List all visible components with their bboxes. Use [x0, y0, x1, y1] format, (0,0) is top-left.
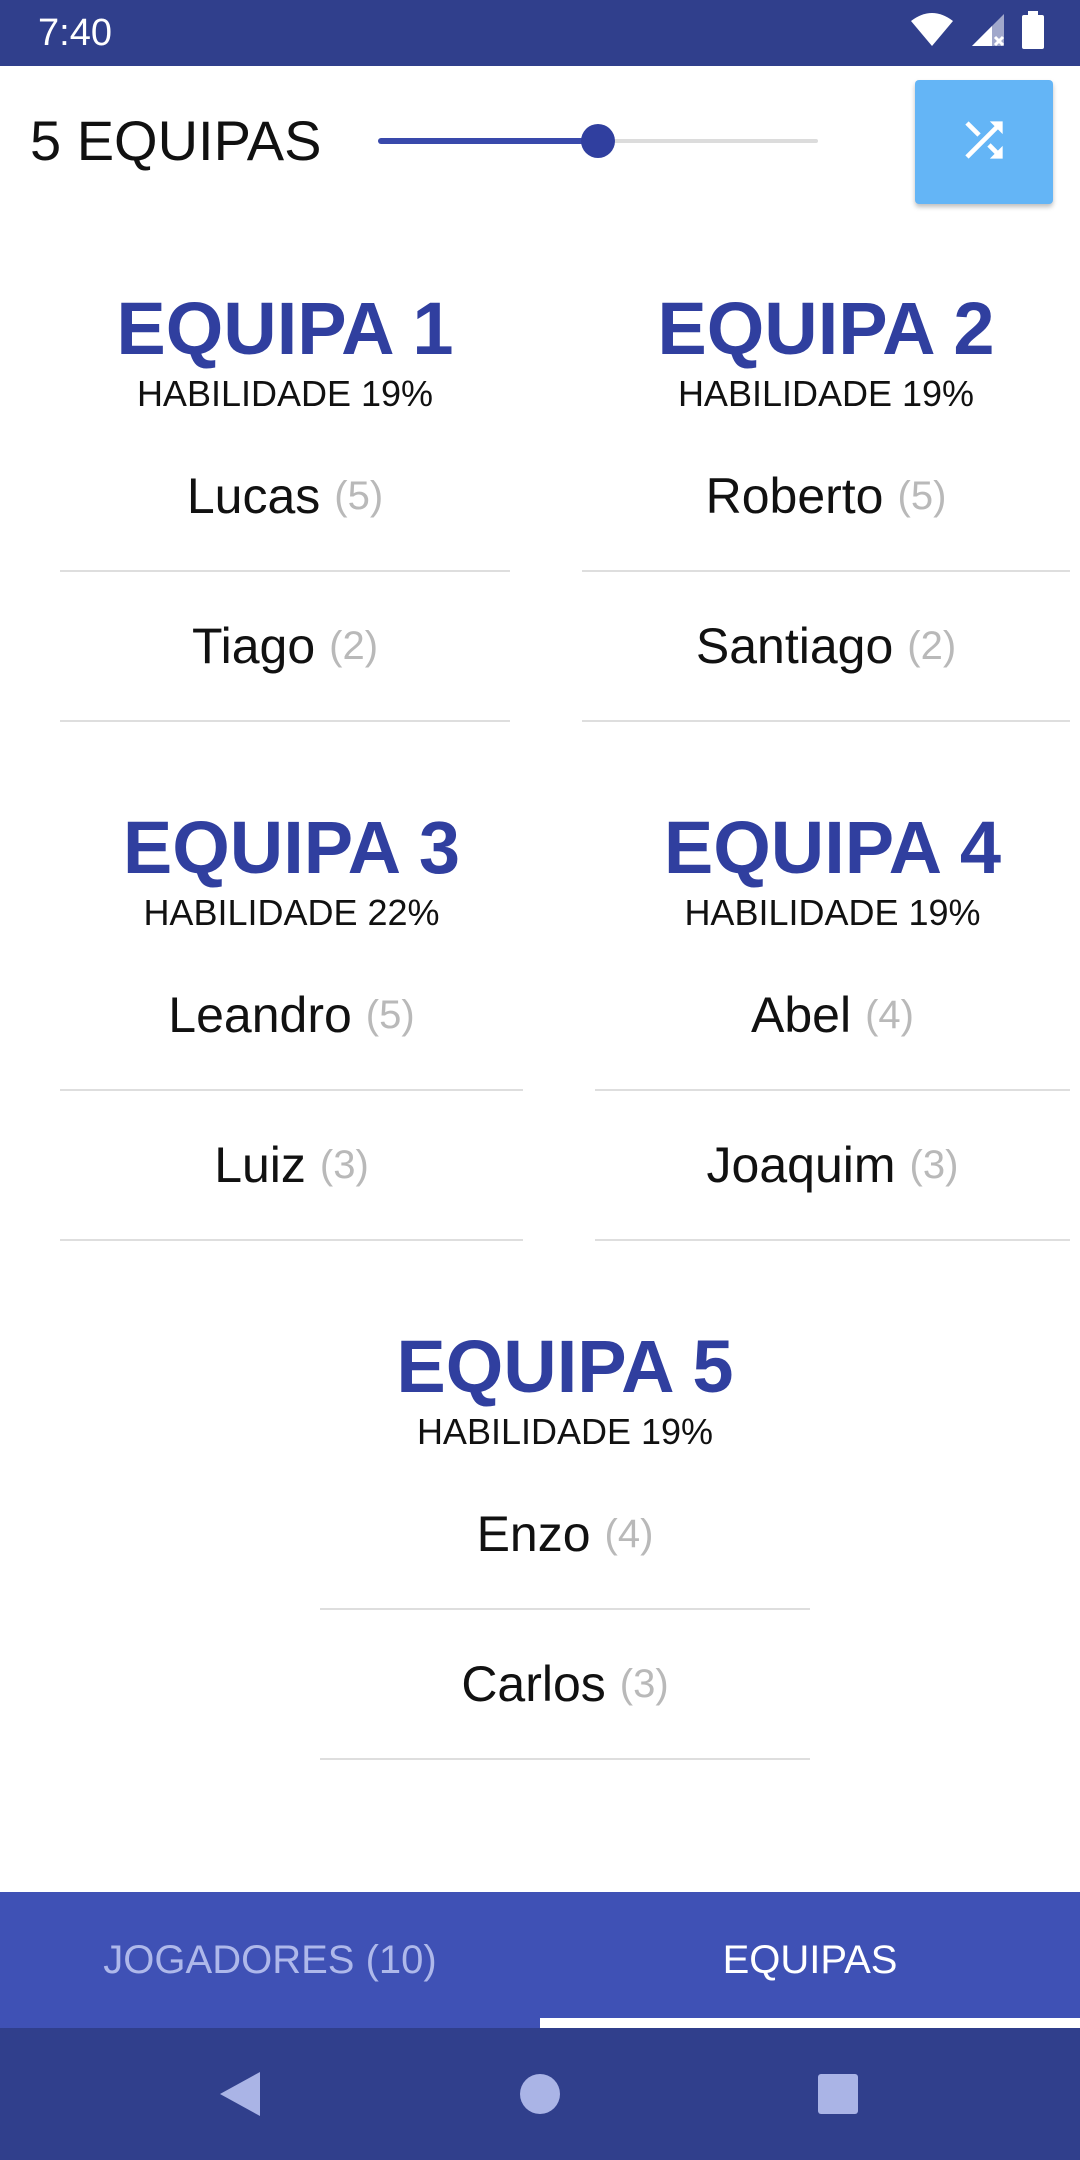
shuffle-icon: [956, 112, 1012, 173]
selected-tab-indicator: [540, 2018, 1080, 2028]
player-row[interactable]: Carlos (3): [320, 1610, 810, 1760]
player-name: Carlos: [461, 1656, 606, 1712]
team-count-controls: 5 EQUIPAS: [0, 66, 1080, 216]
team-skill: HABILIDADE 19%: [136, 373, 434, 414]
player-name: Luiz: [214, 1137, 306, 1193]
team-card-1: EQUIPA 1 HABILIDADE 19% Lucas (5) Tiago …: [60, 286, 510, 722]
player-row[interactable]: Leandro (5): [60, 941, 523, 1091]
team-skill: HABILIDADE 19%: [684, 892, 981, 933]
player-rating: (4): [865, 992, 914, 1037]
player-row[interactable]: Lucas (5): [60, 422, 510, 572]
slider-fill: [378, 138, 598, 144]
team-card-3: EQUIPA 3 HABILIDADE 22% Leandro (5) Luiz…: [60, 805, 523, 1241]
player-rating: (5): [365, 992, 415, 1037]
team-card-5: EQUIPA 5 HABILIDADE 19% Enzo (4) Carlos …: [320, 1324, 810, 1760]
cell-signal-icon: [970, 12, 1006, 53]
tab-equipas[interactable]: EQUIPAS: [540, 1892, 1080, 2028]
bottom-tab-bar: JOGADORES (10) EQUIPAS: [0, 1892, 1080, 2028]
player-rating: (4): [604, 1511, 654, 1556]
status-icons: [910, 10, 1044, 54]
player-row[interactable]: Santiago (2): [582, 572, 1070, 722]
team-skill: HABILIDADE 19%: [677, 373, 975, 414]
team-title: EQUIPA 5: [396, 1325, 734, 1408]
home-icon[interactable]: [510, 2064, 570, 2124]
player-name: Joaquim: [706, 1137, 896, 1193]
player-name: Roberto: [705, 468, 884, 524]
player-row[interactable]: Abel (4): [595, 941, 1070, 1091]
back-icon[interactable]: [210, 2064, 270, 2124]
team-skill: HABILIDADE 22%: [143, 892, 440, 933]
player-name: Tiago: [191, 618, 316, 674]
team-count-slider[interactable]: [378, 121, 818, 161]
tab-jogadores[interactable]: JOGADORES (10): [0, 1892, 540, 2028]
team-title: EQUIPA 3: [122, 806, 461, 889]
status-bar: 7:40: [0, 0, 1080, 66]
team-title: EQUIPA 4: [663, 806, 1002, 889]
player-list: Enzo (4) Carlos (3): [320, 1460, 810, 1760]
team-count-label: 5 EQUIPAS: [30, 109, 322, 172]
player-rating: (3): [619, 1661, 669, 1706]
player-rating: (3): [319, 1142, 369, 1187]
player-list: Abel (4) Joaquim (3): [595, 941, 1070, 1241]
player-rating: (3): [909, 1142, 959, 1187]
player-row[interactable]: Roberto (5): [582, 422, 1070, 572]
player-rating: (2): [907, 623, 957, 668]
battery-icon: [1022, 10, 1044, 54]
player-row[interactable]: Joaquim (3): [595, 1091, 1070, 1241]
player-row[interactable]: Tiago (2): [60, 572, 510, 722]
slider-thumb[interactable]: [581, 124, 615, 158]
player-list: Roberto (5) Santiago (2): [582, 422, 1070, 722]
player-list: Leandro (5) Luiz (3): [60, 941, 523, 1241]
player-name: Enzo: [476, 1506, 591, 1562]
player-name: Leandro: [168, 987, 352, 1043]
player-name: Abel: [751, 987, 852, 1043]
status-time: 7:40: [38, 12, 112, 54]
team-card-2: EQUIPA 2 HABILIDADE 19% Roberto (5) Sant…: [582, 286, 1070, 722]
player-row[interactable]: Luiz (3): [60, 1091, 523, 1241]
team-title: EQUIPA 2: [657, 287, 995, 370]
system-nav-bar: [0, 2028, 1080, 2160]
team-title: EQUIPA 1: [116, 287, 454, 370]
player-rating: (5): [334, 473, 384, 518]
shuffle-button[interactable]: [915, 80, 1053, 204]
player-row[interactable]: Enzo (4): [320, 1460, 810, 1610]
recents-icon[interactable]: [808, 2064, 868, 2124]
player-name: Santiago: [695, 618, 894, 674]
team-card-4: EQUIPA 4 HABILIDADE 19% Abel (4) Joaquim…: [595, 805, 1070, 1241]
wifi-icon: [910, 12, 954, 52]
player-rating: (5): [897, 473, 947, 518]
team-skill: HABILIDADE 19%: [416, 1411, 714, 1452]
player-name: Lucas: [186, 468, 321, 524]
player-list: Lucas (5) Tiago (2): [60, 422, 510, 722]
player-rating: (2): [329, 623, 379, 668]
